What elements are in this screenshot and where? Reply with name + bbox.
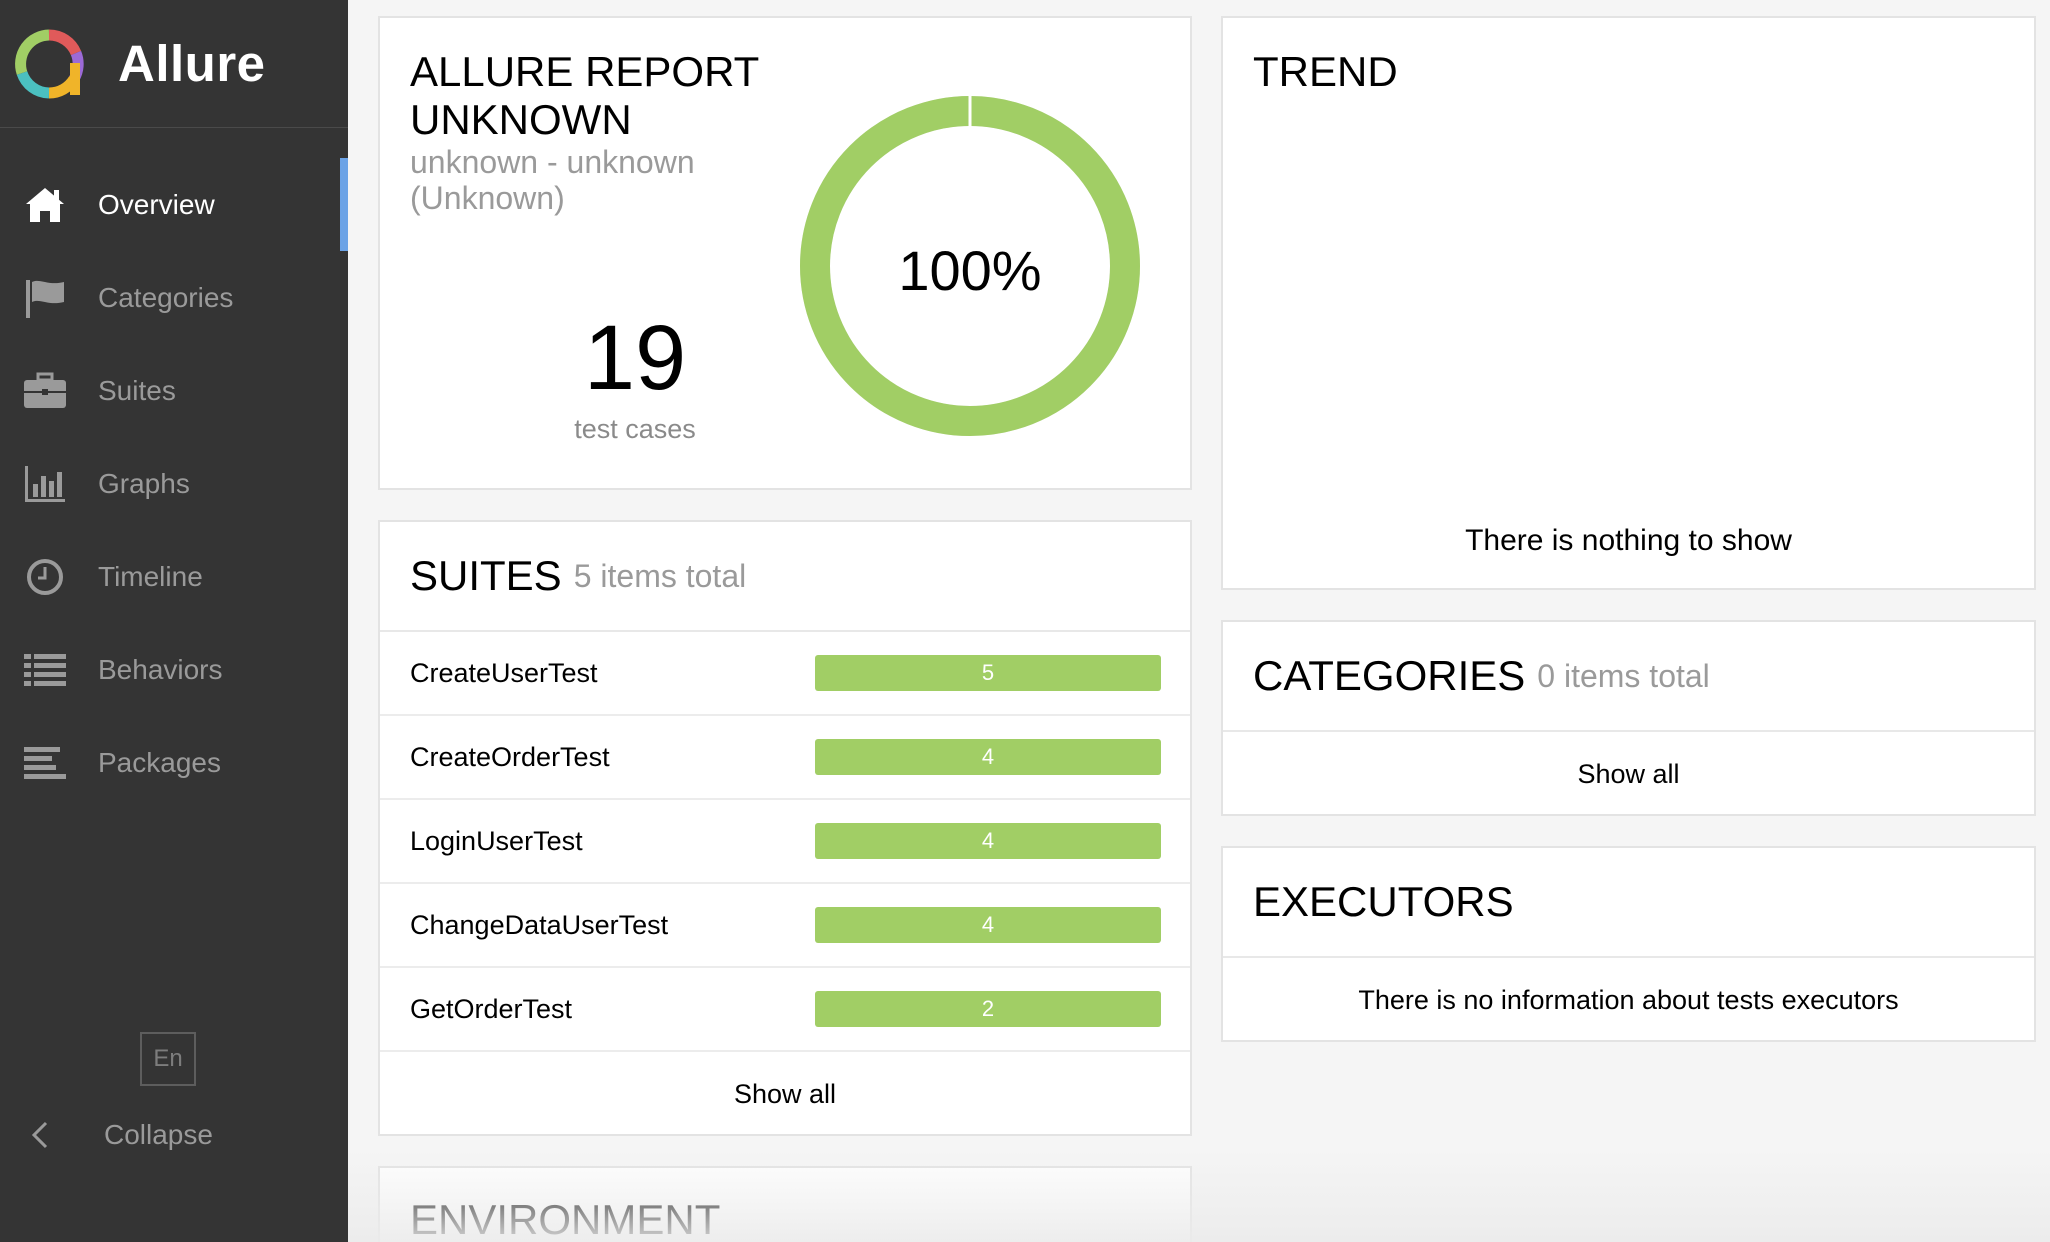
sidebar-item-label: Behaviors: [98, 653, 223, 685]
categories-show-all-link[interactable]: Show all: [1223, 732, 2034, 816]
collapse-button[interactable]: Collapse: [0, 1108, 213, 1162]
align-left-icon: [22, 740, 68, 786]
environment-title: ENVIRONMENT: [410, 1196, 721, 1242]
clock-icon: [22, 554, 68, 600]
brand[interactable]: Allure: [0, 0, 348, 128]
sidebar-item-label: Packages: [98, 746, 221, 778]
sidebar-item-timeline[interactable]: Timeline: [0, 530, 348, 623]
pass-percentage: 100%: [898, 239, 1042, 302]
categories-header: CATEGORIES 0 items total: [1223, 622, 2034, 732]
suite-row[interactable]: LoginUserTest 4: [380, 800, 1190, 884]
suite-status-bar: 4: [815, 823, 1161, 859]
briefcase-icon: [22, 368, 68, 414]
categories-widget: CATEGORIES 0 items total Show all: [1221, 620, 2036, 816]
report-dates: unknown - unknown (Unknown): [410, 144, 695, 216]
sidebar-item-label: Suites: [98, 374, 176, 406]
executors-title: EXECUTORS: [1253, 878, 1514, 925]
suites-header: SUITES 5 items total: [380, 522, 1190, 632]
suite-row[interactable]: ChangeDataUserTest 4: [380, 884, 1190, 968]
sidebar-item-label: Categories: [98, 281, 234, 313]
suites-count: 5 items total: [573, 557, 747, 594]
suite-name: CreateUserTest: [410, 657, 598, 688]
collapse-label: Collapse: [104, 1119, 213, 1150]
trend-widget: TREND There is nothing to show: [1221, 16, 2036, 590]
trend-title: TREND: [1253, 48, 1398, 95]
suites-show-all-link[interactable]: Show all: [380, 1052, 1190, 1136]
sidebar-item-label: Overview: [98, 188, 215, 220]
app-name: Allure: [118, 35, 266, 92]
categories-count: 0 items total: [1537, 657, 1710, 694]
test-count-label: test cases: [574, 414, 696, 444]
sidebar-item-graphs[interactable]: Graphs: [0, 437, 348, 530]
suite-name: GetOrderTest: [410, 993, 573, 1024]
bar-chart-icon: [22, 461, 68, 507]
categories-title: CATEGORIES: [1253, 652, 1526, 699]
sidebar-item-categories[interactable]: Categories: [0, 251, 348, 344]
suite-row[interactable]: GetOrderTest 2: [380, 968, 1190, 1052]
suite-row[interactable]: CreateUserTest 5: [380, 632, 1190, 716]
suite-name: LoginUserTest: [410, 825, 583, 856]
home-icon: [22, 182, 68, 228]
suites-widget: SUITES 5 items total CreateUserTest 5 Cr…: [378, 520, 1192, 1136]
sidebar: Allure Overview Categories Suites Graphs: [0, 0, 348, 1242]
trend-empty-message: There is nothing to show: [1465, 524, 1792, 557]
sidebar-nav: Overview Categories Suites Graphs Timeli…: [0, 158, 348, 809]
allure-logo-icon: [15, 28, 84, 99]
suite-row[interactable]: CreateOrderTest 4: [380, 716, 1190, 800]
suites-title: SUITES: [410, 552, 562, 599]
sidebar-item-behaviors[interactable]: Behaviors: [0, 623, 348, 716]
list-icon: [22, 647, 68, 693]
suite-name: CreateOrderTest: [410, 741, 610, 772]
suite-status-bar: 5: [815, 655, 1161, 691]
executors-header: EXECUTORS: [1223, 848, 2034, 958]
test-count: 19: [583, 307, 687, 409]
sidebar-item-overview[interactable]: Overview: [0, 158, 348, 251]
suite-name: ChangeDataUserTest: [410, 909, 669, 940]
chevron-left-icon: [30, 1121, 54, 1149]
executors-empty-message: There is no information about tests exec…: [1358, 984, 1899, 1015]
suite-status-bar: 4: [815, 907, 1161, 943]
flag-icon: [22, 275, 68, 321]
environment-widget: ENVIRONMENT: [378, 1166, 1192, 1242]
sidebar-item-label: Graphs: [98, 467, 190, 499]
summary-widget: ALLURE REPORT UNKNOWN unknown - unknown …: [378, 16, 1192, 490]
suite-status-bar: 2: [815, 991, 1161, 1027]
sidebar-item-suites[interactable]: Suites: [0, 344, 348, 437]
sidebar-item-label: Timeline: [98, 560, 203, 592]
suite-status-bar: 4: [815, 739, 1161, 775]
report-title: ALLURE REPORT UNKNOWN: [410, 48, 759, 143]
language-button[interactable]: En: [140, 1032, 196, 1086]
executors-widget: EXECUTORS There is no information about …: [1221, 846, 2036, 1042]
sidebar-item-packages[interactable]: Packages: [0, 716, 348, 809]
